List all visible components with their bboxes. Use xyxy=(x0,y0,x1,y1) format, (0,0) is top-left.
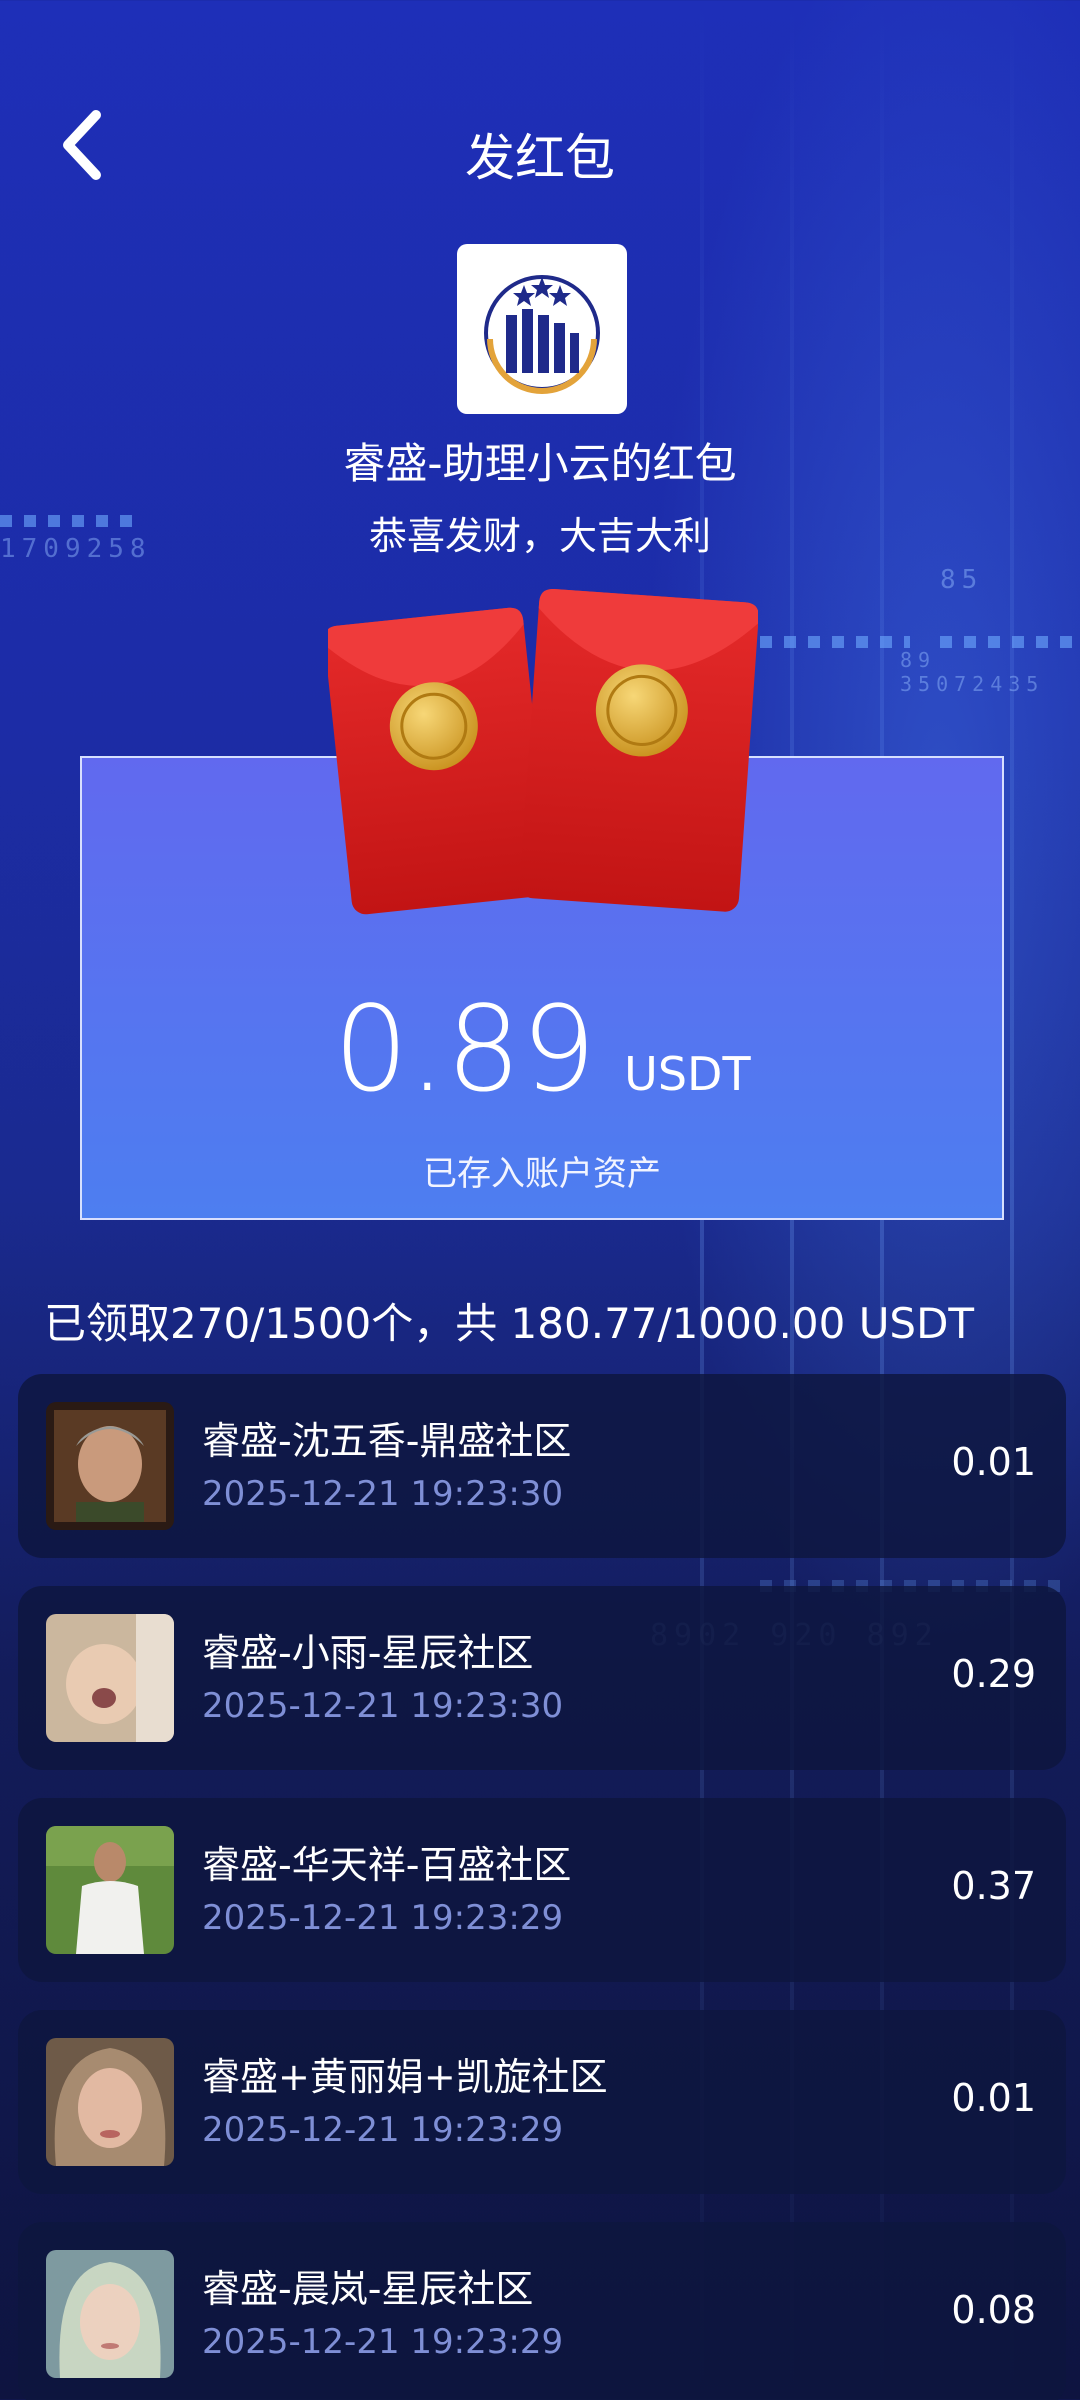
page-title: 发红包 xyxy=(465,129,615,187)
claim-list: 睿盛-沈五香-鼎盛社区 2025-12-21 19:23:30 0.01 睿盛-… xyxy=(18,1374,1066,2400)
claimer-name: 睿盛-小雨-星辰社区 xyxy=(202,1631,534,1675)
sender-logo xyxy=(457,244,627,414)
deposit-note: 已存入账户资产 xyxy=(423,1154,661,1194)
avatar xyxy=(46,2250,174,2378)
sender-title: 睿盛-助理小云的红包 xyxy=(343,439,737,488)
claimer-name: 睿盛-沈五香-鼎盛社区 xyxy=(202,1419,572,1463)
claim-amount: 0.29 xyxy=(951,1652,1036,1696)
greeting-text: 恭喜发财，大吉大利 xyxy=(368,514,711,558)
claim-amount: 0.01 xyxy=(951,1440,1036,1484)
avatar xyxy=(46,1826,174,1954)
claimer-name: 睿盛-华天祥-百盛社区 xyxy=(202,1843,572,1887)
claim-time: 2025-12-21 19:23:29 xyxy=(202,1898,564,1938)
claim-summary: 已领取270/1500个，共 180.77/1000.00 USDT xyxy=(44,1299,975,1348)
list-item[interactable]: 睿盛-华天祥-百盛社区 2025-12-21 19:23:29 0.37 xyxy=(18,1798,1066,1982)
amount-unit: USDT xyxy=(624,1047,751,1101)
claim-time: 2025-12-21 19:23:29 xyxy=(202,2322,564,2362)
claim-amount: 0.37 xyxy=(951,1864,1036,1908)
avatar xyxy=(46,1402,174,1530)
amount-display: 0.89 USDT xyxy=(80,980,1004,1118)
amount-value: 0.89 xyxy=(333,980,597,1118)
avatar xyxy=(46,1614,174,1742)
list-item[interactable]: 睿盛-沈五香-鼎盛社区 2025-12-21 19:23:30 0.01 xyxy=(18,1374,1066,1558)
top-bar: 发红包 xyxy=(0,90,1080,200)
ruisheng-logo xyxy=(484,275,600,394)
red-envelope-illustration xyxy=(324,586,759,936)
claim-time: 2025-12-21 19:23:30 xyxy=(202,1474,564,1514)
claim-time: 2025-12-21 19:23:29 xyxy=(202,2110,564,2150)
claim-time: 2025-12-21 19:23:30 xyxy=(202,1686,564,1726)
list-item[interactable]: 睿盛+黄丽娟+凯旋社区 2025-12-21 19:23:29 0.01 xyxy=(18,2010,1066,2194)
list-item[interactable]: 睿盛-晨岚-星辰社区 2025-12-21 19:23:29 0.08 xyxy=(18,2222,1066,2400)
claimer-name: 睿盛+黄丽娟+凯旋社区 xyxy=(202,2055,608,2099)
claimer-name: 睿盛-晨岚-星辰社区 xyxy=(202,2267,534,2311)
avatar xyxy=(46,2038,174,2166)
list-item[interactable]: 睿盛-小雨-星辰社区 2025-12-21 19:23:30 0.29 xyxy=(18,1586,1066,1770)
claim-amount: 0.01 xyxy=(951,2076,1036,2120)
claim-amount: 0.08 xyxy=(951,2288,1036,2332)
